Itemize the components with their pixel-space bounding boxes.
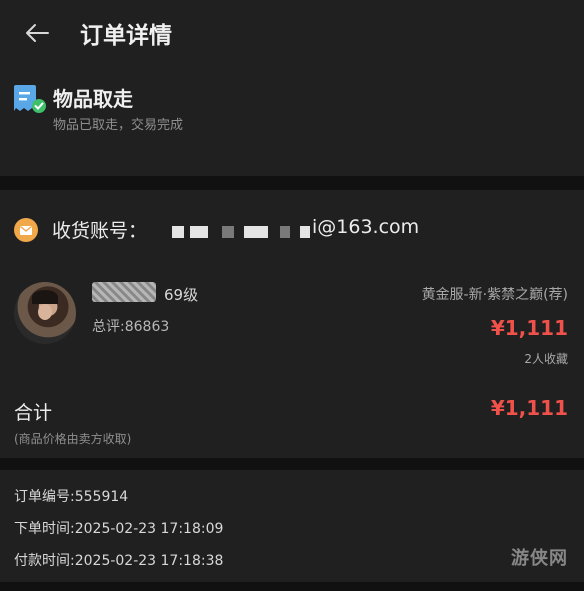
item-favorites: 2人收藏 xyxy=(524,352,568,366)
total-price: ¥1,111 xyxy=(490,396,568,420)
status-description: 物品已取走，交易完成 xyxy=(53,118,184,133)
site-watermark: 游侠网 xyxy=(511,548,568,569)
account-value: i@163.com xyxy=(312,216,420,238)
header-bar: 订单详情 xyxy=(0,0,584,66)
order-info-card: 订单编号:555914 下单时间:2025-02-23 17:18:09 付款时… xyxy=(0,470,584,582)
arrow-left-icon xyxy=(26,24,49,42)
order-time: 下单时间:2025-02-23 17:18:09 xyxy=(14,521,224,537)
page-title: 订单详情 xyxy=(80,23,172,49)
total-label: 合计 xyxy=(14,402,53,424)
item-level: 69级 xyxy=(164,286,199,304)
mail-icon xyxy=(14,218,38,242)
account-redacted-mask xyxy=(172,226,312,238)
item-server: 黄金服-新·紫禁之巅(荐) xyxy=(421,287,568,303)
receipt-check-icon xyxy=(14,85,46,113)
item-price: ¥1,111 xyxy=(490,316,568,340)
account-label: 收货账号： xyxy=(52,220,148,242)
back-button[interactable] xyxy=(20,16,54,50)
blurred-item-name xyxy=(92,282,156,302)
order-card: 收货账号： i@163.com 69级 总评:86863 黄金服-新·紫禁之巅(… xyxy=(0,190,584,458)
status-title: 物品取走 xyxy=(53,87,133,111)
item-review: 总评:86863 xyxy=(92,319,170,335)
order-status-card: 物品取走 物品已取走，交易完成 xyxy=(0,66,584,176)
order-number: 订单编号:555914 xyxy=(14,489,129,505)
payment-time: 付款时间:2025-02-23 17:18:38 xyxy=(14,553,224,569)
item-avatar[interactable] xyxy=(14,282,76,344)
total-note: (商品价格由卖方收取) xyxy=(14,432,132,446)
